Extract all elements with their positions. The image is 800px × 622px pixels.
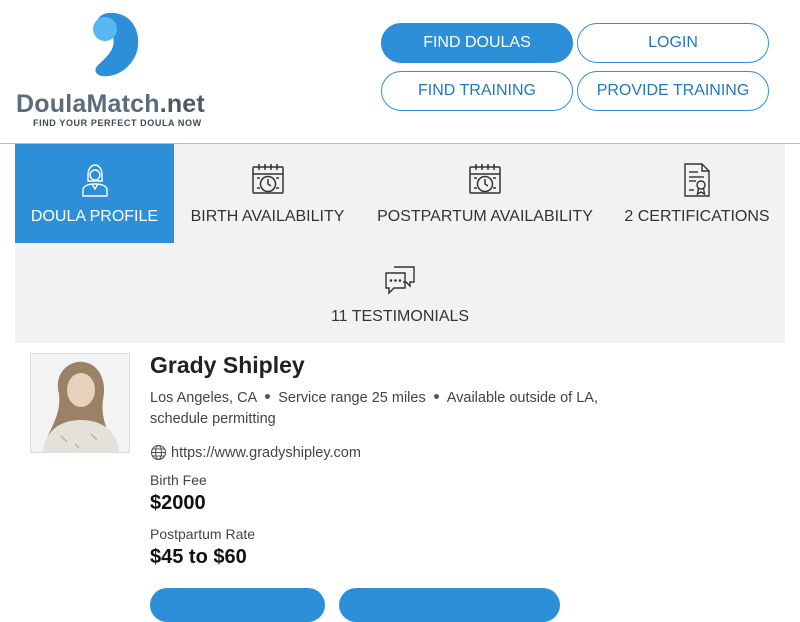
tab-postpartum-availability[interactable]: POSTPARTUM AVAILABILITY <box>361 144 609 243</box>
website-link[interactable]: https://www.gradyshipley.com <box>171 445 361 461</box>
tab-doula-profile[interactable]: DOULA PROFILE <box>15 144 174 243</box>
profile-tabs: DOULA PROFILE BIRTH AVAILABILITY POSTPAR… <box>15 144 785 343</box>
logo-name-main: DoulaMatch <box>16 90 160 118</box>
logo-tagline: FIND YOUR PERFECT DOULA NOW <box>33 118 202 128</box>
logo-name-suffix: .net <box>159 90 205 118</box>
tab-label: 11 TESTIMONIALS <box>330 308 470 325</box>
find-doulas-button[interactable]: FIND DOULAS <box>381 23 573 63</box>
profile-meta: Los Angeles, CA Service range 25 miles Ava… <box>150 388 640 430</box>
logo-mark-icon <box>93 12 139 77</box>
tab-birth-availability[interactable]: BIRTH AVAILABILITY <box>174 144 361 243</box>
provide-training-button[interactable]: PROVIDE TRAINING <box>577 71 769 111</box>
location-text: Los Angeles, CA <box>150 390 258 406</box>
separator-dot <box>265 394 271 399</box>
calendar-clock-icon <box>251 164 284 194</box>
site-logo[interactable]: DoulaMatch.net FIND YOUR PERFECT DOULA N… <box>16 12 216 132</box>
secondary-action-button[interactable] <box>339 588 560 622</box>
login-button[interactable]: LOGIN <box>577 23 769 63</box>
person-photo-icon <box>31 354 129 452</box>
profile-photo <box>30 353 130 453</box>
tab-testimonials[interactable]: 11 TESTIMONIALS <box>250 244 550 343</box>
calendar-clock-icon <box>469 164 501 194</box>
find-training-button[interactable]: FIND TRAINING <box>381 71 573 111</box>
postpartum-rate-label: Postpartum Rate <box>150 526 256 542</box>
tab-certifications[interactable]: 2 CERTIFICATIONS <box>609 144 785 243</box>
separator-dot <box>433 394 439 399</box>
site-header: DoulaMatch.net FIND YOUR PERFECT DOULA N… <box>0 0 800 144</box>
doula-name: Grady Shipley <box>150 352 305 378</box>
birth-fee-value: $2000 <box>150 492 206 514</box>
chat-bubbles-icon <box>385 266 415 295</box>
logo-wordmark: DoulaMatch.net <box>16 90 205 119</box>
website-row: https://www.gradyshipley.com <box>150 444 361 461</box>
birth-fee-label: Birth Fee <box>150 472 207 488</box>
tab-label: 2 CERTIFICATIONS <box>624 208 770 225</box>
person-icon <box>81 164 108 197</box>
postpartum-rate-value: $45 to $60 <box>150 546 247 568</box>
globe-icon <box>150 444 167 461</box>
tab-label: POSTPARTUM AVAILABILITY <box>377 208 593 225</box>
service-range-text: Service range 25 miles <box>278 390 426 406</box>
tab-label: BIRTH AVAILABILITY <box>190 208 345 225</box>
contact-button[interactable] <box>150 588 325 622</box>
certificate-icon <box>684 163 710 197</box>
tab-label: DOULA PROFILE <box>30 208 159 225</box>
